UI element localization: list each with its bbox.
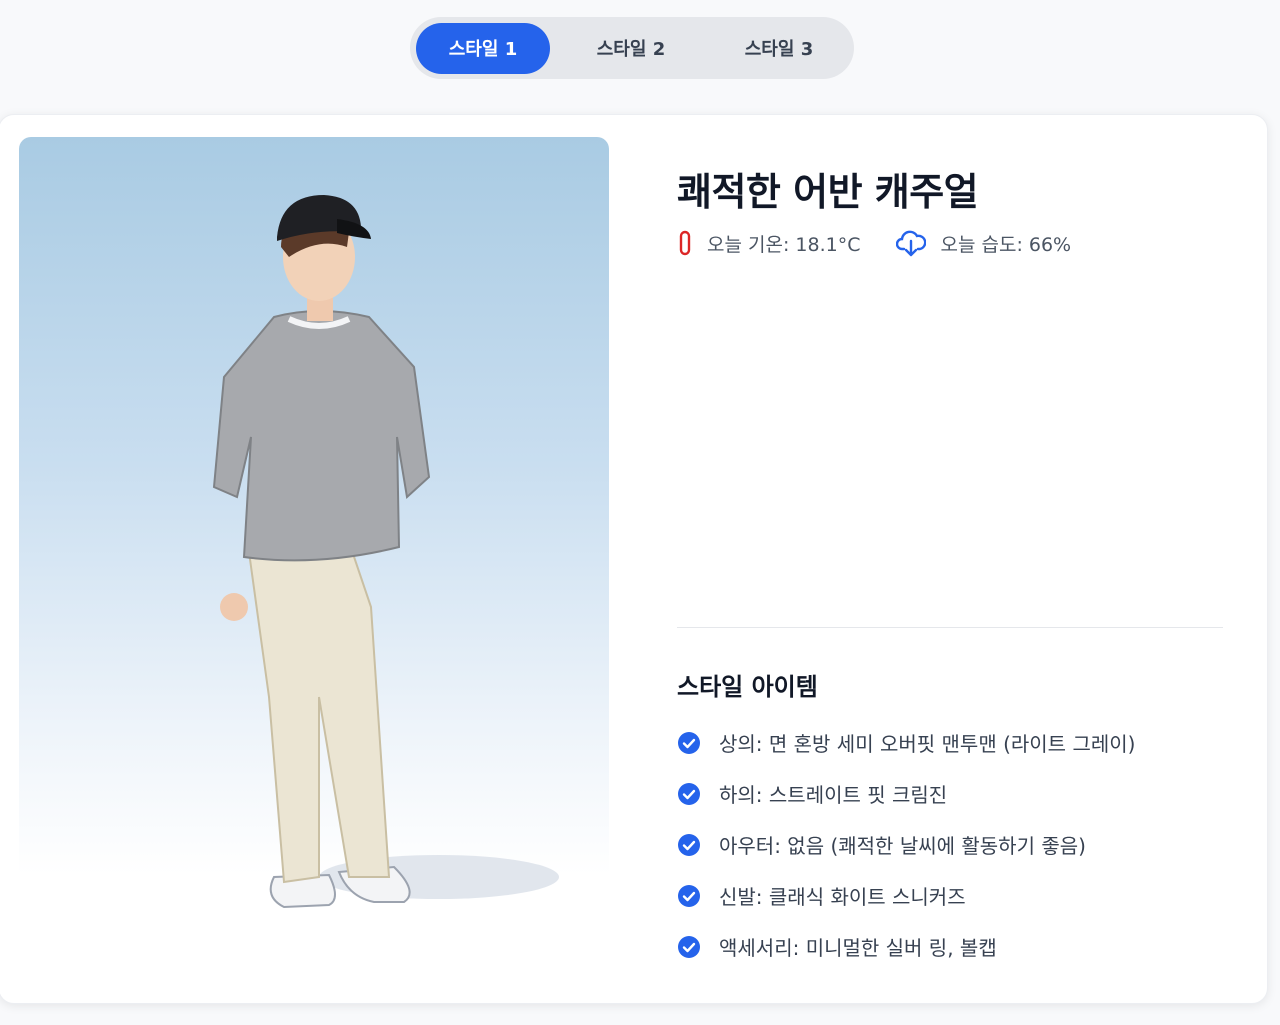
temperature-text: 오늘 기온: 18.1°C xyxy=(707,233,861,256)
style-items-list: 상의: 면 혼방 세미 오버핏 맨투맨 (라이트 그레이) 하의: 스트레이트 … xyxy=(677,717,1135,972)
list-item: 신발: 클래식 화이트 스니커즈 xyxy=(677,870,1135,921)
list-item: 액세서리: 미니멀한 실버 링, 볼캡 xyxy=(677,921,1135,972)
humidity-info: 오늘 습도: 66% xyxy=(896,227,1071,259)
item-text: 아우터: 없음 (쾌적한 날씨에 활동하기 좋음) xyxy=(719,834,1086,858)
item-text: 액세서리: 미니멀한 실버 링, 볼캡 xyxy=(719,936,997,960)
list-item: 아우터: 없음 (쾌적한 날씨에 활동하기 좋음) xyxy=(677,819,1135,870)
tab-style-2[interactable]: 스타일 2 xyxy=(564,23,698,74)
check-circle-icon xyxy=(678,731,700,754)
cloud-download-icon xyxy=(896,230,927,257)
tab-style-1[interactable]: 스타일 1 xyxy=(416,22,550,74)
outfit-title: 쾌적한 어반 캐주얼 xyxy=(677,170,979,214)
item-text: 상의: 면 혼방 세미 오버핏 맨투맨 (라이트 그레이) xyxy=(719,732,1136,756)
thermometer-icon xyxy=(679,230,691,256)
list-item: 하의: 스트레이트 핏 크림진 xyxy=(677,768,1135,819)
item-text: 하의: 스트레이트 핏 크림진 xyxy=(719,783,948,807)
check-circle-icon xyxy=(678,935,700,958)
check-circle-icon xyxy=(678,782,700,805)
temperature-info: 오늘 기온: 18.1°C xyxy=(677,230,860,257)
item-text: 신발: 클래식 화이트 스니커즈 xyxy=(719,885,966,909)
list-item: 상의: 면 혼방 세미 오버핏 맨투맨 (라이트 그레이) xyxy=(677,717,1135,768)
style-tabs: 스타일 1 스타일 2 스타일 3 xyxy=(410,17,854,79)
humidity-text: 오늘 습도: 66% xyxy=(940,233,1072,256)
check-circle-icon xyxy=(678,884,700,907)
outfit-illustration xyxy=(19,137,609,957)
outfit-card: 쾌적한 어반 캐주얼 오늘 기온: 18.1°C 오늘 습도: 66% 스타일 … xyxy=(0,114,1268,1004)
tab-style-3[interactable]: 스타일 3 xyxy=(712,23,846,74)
items-heading: 스타일 아이템 xyxy=(677,673,818,701)
section-divider xyxy=(677,627,1223,628)
check-circle-icon xyxy=(678,833,700,856)
weather-info: 오늘 기온: 18.1°C 오늘 습도: 66% xyxy=(677,227,1107,259)
